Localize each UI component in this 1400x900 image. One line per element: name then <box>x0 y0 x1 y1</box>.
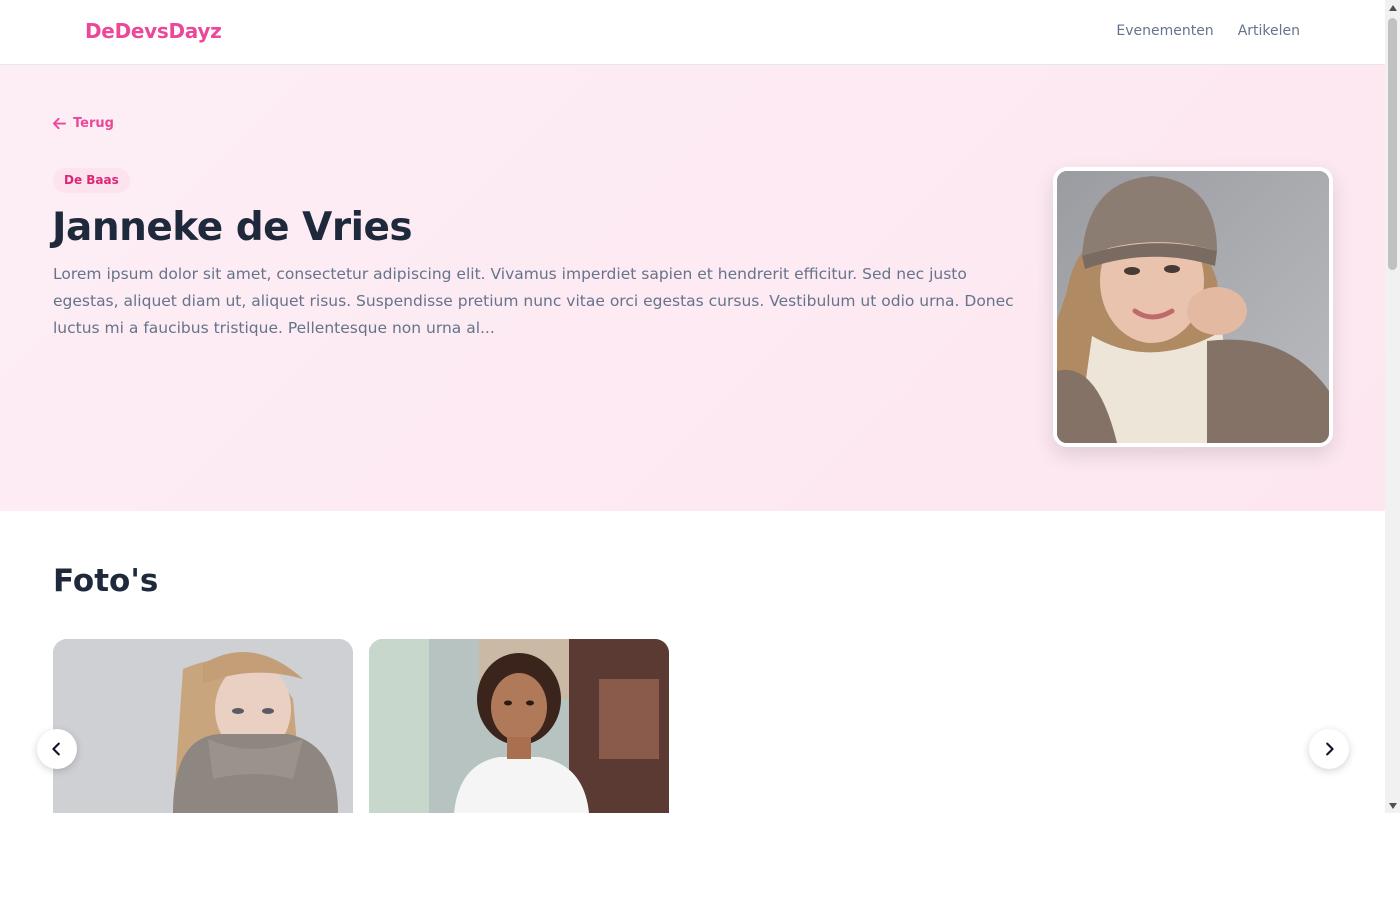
scroll-up-arrow-icon[interactable] <box>1385 0 1400 15</box>
brand-logo[interactable]: DeDevsDayz <box>85 19 222 43</box>
profile-name: Janneke de Vries <box>52 205 413 250</box>
photo-card[interactable] <box>53 639 353 813</box>
profile-bio: Lorem ipsum dolor sit amet, consectetur … <box>53 265 1014 337</box>
photos-heading: Foto's <box>53 563 159 599</box>
profile-portrait <box>1053 167 1333 447</box>
arrow-left-icon <box>52 117 67 130</box>
role-badge: De Baas <box>53 168 130 193</box>
photo-card[interactable] <box>369 639 669 813</box>
scrollbar-thumb[interactable] <box>1388 18 1397 270</box>
chevron-left-icon <box>52 742 60 756</box>
nav-link-artikelen[interactable]: Artikelen <box>1238 23 1300 39</box>
scroll-down-arrow-icon[interactable] <box>1385 798 1400 813</box>
profile-hero: Terug De Baas Janneke de Vries Lorem ips… <box>0 65 1385 511</box>
carousel-prev-button[interactable] <box>37 729 77 769</box>
photo-image <box>369 639 669 813</box>
photo-image <box>53 639 353 813</box>
top-navigation-bar: DeDevsDayz Evenementen Artikelen <box>0 0 1385 65</box>
chevron-right-icon <box>1326 742 1334 756</box>
back-link[interactable]: Terug <box>52 116 114 131</box>
back-label: Terug <box>73 116 114 131</box>
page-viewport: DeDevsDayz Evenementen Artikelen Terug D… <box>0 0 1385 813</box>
main-nav: Evenementen Artikelen <box>1116 23 1300 39</box>
portrait-image <box>1057 171 1329 443</box>
carousel-next-button[interactable] <box>1309 729 1349 769</box>
nav-link-evenementen[interactable]: Evenementen <box>1116 23 1213 39</box>
vertical-scrollbar[interactable] <box>1385 0 1400 813</box>
